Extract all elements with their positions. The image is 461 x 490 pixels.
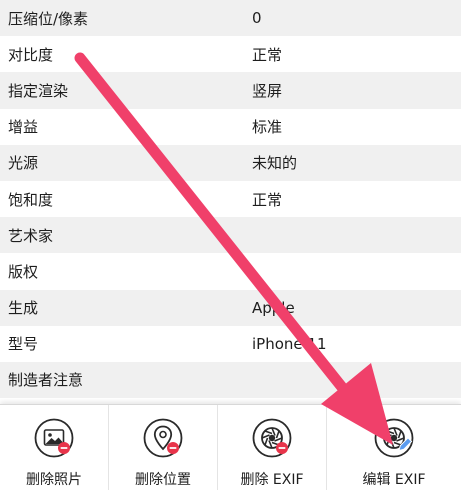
delete-photo-label: 删除照片 (26, 472, 82, 488)
delete-exif-button[interactable]: 删除 EXIF (218, 405, 327, 490)
exif-label: 艺术家 (8, 226, 54, 245)
exif-table: 压缩位/像素 0 对比度 正常 指定渲染 竖屏 增益 标准 光源 未知的 饱和度… (0, 0, 461, 399)
exif-row: 压缩位/像素 0 (0, 0, 461, 37)
exif-value: 正常 (252, 45, 283, 64)
exif-label: 压缩位/像素 (8, 9, 89, 28)
exif-row: 生成 Apple (0, 289, 461, 326)
exif-label: 对比度 (8, 45, 54, 64)
bottom-toolbar: 删除照片 删除位置 删除 EXIF 编辑 EXIF (0, 404, 461, 490)
edit-exif-label: 编辑 EXIF (362, 472, 426, 488)
exif-row: 版权 (0, 253, 461, 290)
delete-photo-button[interactable]: 删除照片 (0, 405, 109, 490)
exif-row: 对比度 正常 (0, 36, 461, 73)
exif-row: 艺术家 (0, 217, 461, 254)
exif-value: 正常 (252, 190, 283, 209)
delete-location-label: 删除位置 (135, 472, 191, 488)
aperture-delete-icon (252, 418, 292, 458)
exif-label: 光源 (8, 154, 39, 173)
exif-row: 饱和度 正常 (0, 180, 461, 218)
exif-label: 型号 (8, 335, 39, 354)
location-pin-delete-icon (143, 418, 183, 458)
exif-row: 型号 iPhone 11 (0, 325, 461, 362)
exif-viewer-screen: 压缩位/像素 0 对比度 正常 指定渲染 竖屏 增益 标准 光源 未知的 饱和度… (0, 0, 461, 490)
photo-delete-icon (34, 418, 74, 458)
aperture-edit-icon (374, 418, 414, 458)
delete-location-button[interactable]: 删除位置 (109, 405, 218, 490)
exif-label: 指定渲染 (8, 81, 69, 100)
exif-value: 0 (252, 9, 262, 28)
exif-row: 制造者注意 (0, 361, 461, 399)
exif-row: 光源 未知的 (0, 144, 461, 181)
delete-exif-label: 删除 EXIF (240, 472, 304, 488)
exif-label: 制造者注意 (8, 371, 84, 390)
exif-label: 生成 (8, 299, 39, 318)
exif-row: 增益 标准 (0, 108, 461, 145)
exif-row: 指定渲染 竖屏 (0, 72, 461, 109)
edit-exif-button[interactable]: 编辑 EXIF (327, 405, 461, 490)
exif-label: 饱和度 (8, 190, 54, 209)
exif-label: 版权 (8, 262, 39, 281)
exif-label: 增益 (8, 118, 39, 137)
exif-value: Apple (252, 298, 295, 317)
exif-value: 未知的 (252, 154, 298, 173)
exif-value: 标准 (252, 118, 283, 137)
exif-value: 竖屏 (252, 81, 283, 100)
exif-value: iPhone 11 (252, 334, 327, 353)
